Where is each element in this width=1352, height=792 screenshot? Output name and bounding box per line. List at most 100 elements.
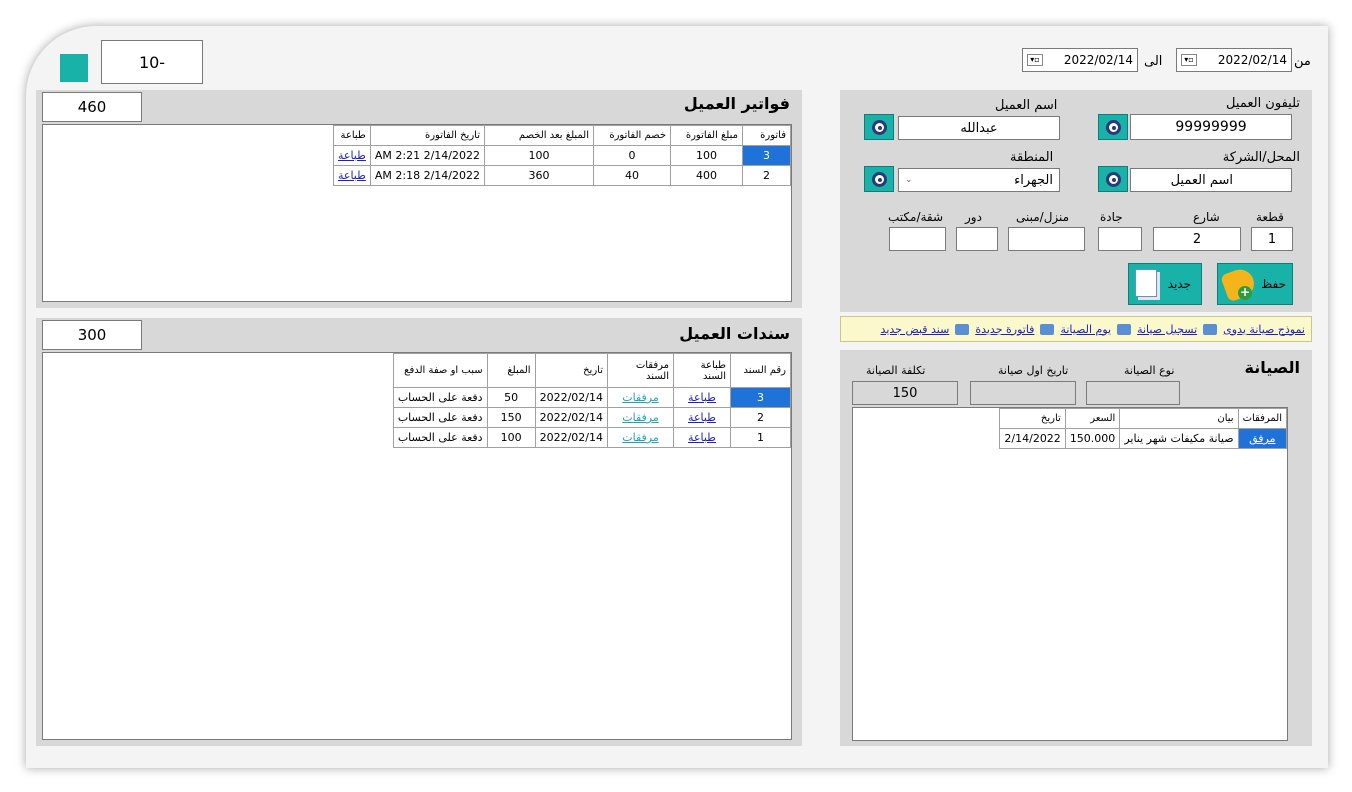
invoice-number-cell[interactable]: 3 — [742, 145, 791, 166]
col-header[interactable]: مرفقات السند — [607, 353, 674, 388]
region-search-button[interactable] — [864, 166, 894, 192]
attachments-link[interactable]: مرفقات — [622, 391, 659, 404]
attachment-cell[interactable]: مرفق — [1237, 428, 1288, 449]
shop-field[interactable]: اسم العميل — [1130, 168, 1292, 192]
receipt-amount-cell: 50 — [486, 387, 536, 408]
register-maintenance-link[interactable]: تسجيل صيانة — [1137, 323, 1197, 336]
maintenance-type-field[interactable] — [1086, 381, 1180, 405]
receipts-grid[interactable]: رقم السند طباعة السند مرفقات السند تاريخ… — [42, 352, 792, 740]
phone-field[interactable]: 99999999 — [1130, 114, 1292, 140]
block-field[interactable]: 1 — [1251, 227, 1293, 251]
table-row[interactable]: 2 400 40 360 2/14/2022 2:18 AM طباعة — [332, 165, 791, 186]
col-header[interactable]: سبب او صفة الدفع — [392, 353, 488, 388]
save-button[interactable]: + حفظ — [1217, 263, 1293, 305]
receipt-number-cell[interactable]: 3 — [730, 387, 791, 408]
attachments-cell[interactable]: مرفقات — [607, 427, 674, 448]
new-button[interactable]: جديد — [1128, 263, 1202, 305]
apt-label: شقة/مكتب — [888, 210, 944, 224]
street-field[interactable]: 2 — [1153, 227, 1241, 251]
cost-field: 150 — [852, 381, 958, 405]
print-link[interactable]: طباعة — [688, 411, 716, 424]
teal-corner-button[interactable] — [60, 54, 88, 82]
receipt-amount-cell: 100 — [486, 427, 536, 448]
col-header[interactable]: المبلغ — [486, 353, 536, 388]
manual-maintenance-link[interactable]: نموذج صيانة يدوى — [1223, 323, 1305, 336]
table-row[interactable]: مرفق صيانة مكيفات شهر يناير 150.000 2/14… — [999, 428, 1288, 449]
table-row[interactable]: 3 طباعة مرفقات 2022/02/14 50 دفعة على ال… — [392, 387, 791, 408]
calendar-dropdown-icon[interactable]: ▾▫ — [1027, 54, 1043, 66]
maintenance-day-link[interactable]: يوم الصيانة — [1060, 323, 1111, 336]
print-cell[interactable]: طباعة — [332, 145, 371, 166]
phone-search-button[interactable] — [1098, 114, 1128, 140]
house-label: منزل/مبنى — [1016, 210, 1070, 224]
table-row[interactable]: 1 طباعة مرفقات 2022/02/14 100 دفعة على ا… — [392, 427, 791, 448]
save-label: حفظ — [1261, 277, 1286, 291]
print-link[interactable]: طباعة — [688, 431, 716, 444]
block-label: قطعة — [1256, 210, 1284, 224]
region-select[interactable]: الجهراء ⌄ — [898, 168, 1060, 192]
calendar-dropdown-icon[interactable]: ▾▫ — [1181, 54, 1197, 66]
print-link[interactable]: طباعة — [338, 149, 366, 162]
invoices-panel: 460 فواتير العميل فاتورة مبلغ الفاتورة خ… — [36, 90, 802, 308]
form-icon — [1203, 323, 1218, 335]
date-to-picker[interactable]: ▾▫ 2022/02/14 — [1022, 48, 1138, 72]
to-label: الى — [1144, 54, 1163, 69]
table-row[interactable]: 3 100 0 100 2/14/2022 2:21 AM طباعة — [332, 145, 791, 166]
receipt-date-cell: 2022/02/14 — [534, 387, 609, 408]
receipt-number-cell[interactable]: 1 — [730, 427, 791, 448]
maintenance-grid[interactable]: المرفقات بيان السعر تاريخ مرفق صيانة مكي… — [852, 407, 1288, 741]
first-date-field[interactable] — [970, 381, 1076, 405]
receipt-number-cell[interactable]: 2 — [730, 407, 791, 428]
col-header[interactable]: تاريخ الفاتورة — [369, 125, 486, 146]
print-cell[interactable]: طباعة — [332, 165, 371, 186]
region-value: الجهراء — [1014, 172, 1053, 188]
maintenance-panel: الصيانة نوع الصيانة تاريخ اول صيانة تكلف… — [840, 350, 1312, 746]
col-header[interactable]: السعر — [1064, 408, 1121, 429]
counter-field[interactable]: -10 — [101, 40, 203, 84]
date-to-value: 2022/02/14 — [1063, 53, 1133, 67]
invoice-number-cell[interactable]: 2 — [742, 165, 791, 186]
receipt-amount-cell: 150 — [486, 407, 536, 428]
new-invoice-link[interactable]: فاتورة جديدة — [975, 323, 1034, 336]
name-field[interactable]: عبدالله — [898, 116, 1060, 140]
shop-search-button[interactable] — [1098, 166, 1128, 192]
date-from-picker[interactable]: ▾▫ 2022/02/14 — [1176, 48, 1292, 72]
invoices-title: فواتير العميل — [683, 94, 790, 113]
floor-field[interactable] — [956, 227, 998, 251]
col-header[interactable]: مبلغ الفاتورة — [670, 125, 743, 146]
name-search-button[interactable] — [864, 114, 894, 140]
print-link[interactable]: طباعة — [688, 391, 716, 404]
col-header[interactable]: رقم السند — [730, 353, 791, 388]
invoices-grid[interactable]: فاتورة مبلغ الفاتورة خصم الفاتورة المبلغ… — [42, 124, 792, 302]
col-header[interactable]: تاريخ — [999, 408, 1066, 429]
col-header[interactable]: طباعة السند — [673, 353, 731, 388]
col-header[interactable]: تاريخ — [534, 353, 609, 388]
attachments-link[interactable]: مرفقات — [622, 411, 659, 424]
new-receipt-link[interactable]: سند قبض جديد — [881, 323, 950, 336]
print-link[interactable]: طباعة — [338, 169, 366, 182]
maintenance-table: المرفقات بيان السعر تاريخ مرفق صيانة مكي… — [999, 408, 1288, 449]
avenue-field[interactable] — [1098, 227, 1142, 251]
receipts-total: 300 — [42, 320, 142, 350]
table-row[interactable]: 2 طباعة مرفقات 2022/02/14 150 دفعة على ا… — [392, 407, 791, 428]
col-header[interactable]: بيان — [1119, 408, 1239, 429]
invoice-discount-cell: 40 — [593, 165, 671, 186]
new-label: جديد — [1167, 277, 1191, 291]
print-cell[interactable]: طباعة — [673, 407, 731, 428]
print-cell[interactable]: طباعة — [673, 387, 731, 408]
invoice-date-cell: 2/14/2022 2:21 AM — [369, 145, 486, 166]
print-cell[interactable]: طباعة — [673, 427, 731, 448]
attachments-cell[interactable]: مرفقات — [607, 407, 674, 428]
col-header[interactable]: فاتورة — [742, 125, 791, 146]
col-header[interactable]: المبلغ بعد الخصم — [484, 125, 594, 146]
form-icon — [955, 323, 970, 335]
house-field[interactable] — [1008, 227, 1085, 251]
form-icon — [1117, 323, 1132, 335]
attachments-cell[interactable]: مرفقات — [607, 387, 674, 408]
plus-icon: + — [1238, 285, 1252, 300]
apt-field[interactable] — [889, 227, 946, 251]
col-header[interactable]: المرفقات — [1237, 408, 1288, 429]
col-header[interactable]: خصم الفاتورة — [593, 125, 671, 146]
col-header[interactable]: طباعة — [332, 125, 371, 146]
attachments-link[interactable]: مرفقات — [622, 431, 659, 444]
